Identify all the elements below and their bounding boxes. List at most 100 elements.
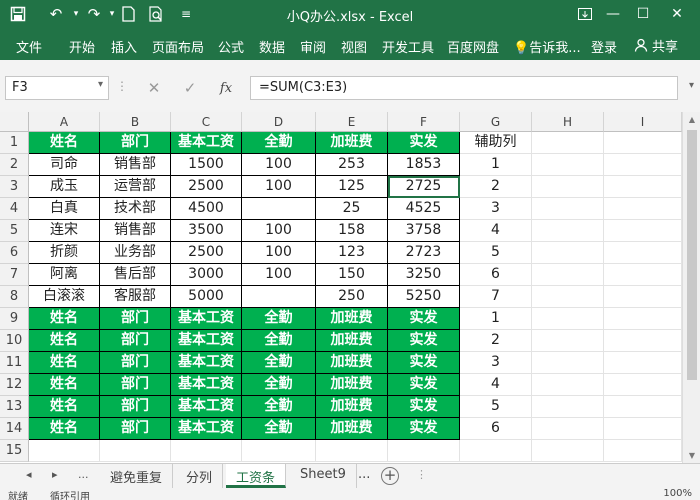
cell-b5[interactable]: 销售部 [100, 220, 171, 242]
minimize-icon[interactable]: — [596, 2, 630, 26]
cell-e3[interactable]: 125 [316, 176, 388, 198]
cell-a8[interactable]: 白滚滚 [29, 286, 100, 308]
cell-i5[interactable] [604, 220, 682, 242]
cell-e14[interactable]: 加班费 [316, 418, 388, 440]
cell-a12[interactable]: 姓名 [29, 374, 100, 396]
cell-i14[interactable] [604, 418, 682, 440]
cell-f11[interactable]: 实发 [388, 352, 460, 374]
undo-dropdown-icon[interactable]: ▾ [66, 4, 86, 24]
cell-d12[interactable]: 全勤 [242, 374, 316, 396]
cell-e4[interactable]: 25 [316, 198, 388, 220]
cell-g7[interactable]: 6 [460, 264, 532, 286]
cell-h3[interactable] [532, 176, 604, 198]
vertical-scrollbar[interactable]: ▲ ▼ [682, 112, 700, 463]
cell-i9[interactable] [604, 308, 682, 330]
tab-insert[interactable]: 插入 [111, 37, 137, 56]
row-header-6[interactable]: 6 [0, 242, 29, 264]
cell-b2[interactable]: 销售部 [100, 154, 171, 176]
cell-f13[interactable]: 实发 [388, 396, 460, 418]
cell-d6[interactable]: 100 [242, 242, 316, 264]
sheet-tab-avoid-duplicates[interactable]: 避免重复 [100, 464, 174, 488]
tab-page-layout[interactable]: 页面布局 [152, 37, 204, 56]
cell-h11[interactable] [532, 352, 604, 374]
row-header-8[interactable]: 8 [0, 286, 29, 308]
cell-h10[interactable] [532, 330, 604, 352]
tab-baidu-netdisk[interactable]: 百度网盘 [447, 37, 499, 56]
tab-developer[interactable]: 开发工具 [382, 37, 434, 56]
tab-formulas[interactable]: 公式 [218, 37, 244, 56]
cell-e8[interactable]: 250 [316, 286, 388, 308]
cell-a15[interactable] [29, 440, 100, 462]
cell-a4[interactable]: 白真 [29, 198, 100, 220]
cell-g9[interactable]: 1 [460, 308, 532, 330]
cell-i12[interactable] [604, 374, 682, 396]
save-icon[interactable] [8, 4, 28, 24]
scroll-tabs-right-icon[interactable]: ▸ [52, 468, 58, 481]
cell-g3[interactable]: 2 [460, 176, 532, 198]
cell-c3[interactable]: 2500 [171, 176, 242, 198]
column-header-f[interactable]: F [388, 112, 460, 132]
cell-h1[interactable] [532, 132, 604, 154]
cell-h4[interactable] [532, 198, 604, 220]
cell-b14[interactable]: 部门 [100, 418, 171, 440]
cell-h6[interactable] [532, 242, 604, 264]
cell-b3[interactable]: 运营部 [100, 176, 171, 198]
print-preview-icon[interactable] [146, 4, 166, 24]
cell-i2[interactable] [604, 154, 682, 176]
cell-h9[interactable] [532, 308, 604, 330]
cell-g12[interactable]: 4 [460, 374, 532, 396]
cell-f10[interactable]: 实发 [388, 330, 460, 352]
cell-f2[interactable]: 1853 [388, 154, 460, 176]
cell-c6[interactable]: 2500 [171, 242, 242, 264]
scroll-up-icon[interactable]: ▲ [683, 115, 700, 124]
cell-g1[interactable]: 辅助列 [460, 132, 532, 154]
cell-a9[interactable]: 姓名 [29, 308, 100, 330]
cell-g11[interactable]: 3 [460, 352, 532, 374]
cell-a10[interactable]: 姓名 [29, 330, 100, 352]
column-header-g[interactable]: G [460, 112, 532, 132]
cell-i15[interactable] [604, 440, 682, 462]
cell-g14[interactable]: 6 [460, 418, 532, 440]
cell-e5[interactable]: 158 [316, 220, 388, 242]
cell-e6[interactable]: 123 [316, 242, 388, 264]
cell-g8[interactable]: 7 [460, 286, 532, 308]
row-header-11[interactable]: 11 [0, 352, 29, 374]
row-header-14[interactable]: 14 [0, 418, 29, 440]
cell-b12[interactable]: 部门 [100, 374, 171, 396]
cell-e13[interactable]: 加班费 [316, 396, 388, 418]
column-header-e[interactable]: E [316, 112, 388, 132]
cell-e15[interactable] [316, 440, 388, 462]
cell-f12[interactable]: 实发 [388, 374, 460, 396]
cell-e9[interactable]: 加班费 [316, 308, 388, 330]
cell-g15[interactable] [460, 440, 532, 462]
cell-f7[interactable]: 3250 [388, 264, 460, 286]
cell-a7[interactable]: 阿离 [29, 264, 100, 286]
column-header-c[interactable]: C [171, 112, 242, 132]
maximize-icon[interactable]: ☐ [626, 2, 660, 26]
undo-icon[interactable]: ↶ [46, 4, 66, 24]
cell-i11[interactable] [604, 352, 682, 374]
cell-g5[interactable]: 4 [460, 220, 532, 242]
cell-i6[interactable] [604, 242, 682, 264]
row-header-12[interactable]: 12 [0, 374, 29, 396]
cell-g2[interactable]: 1 [460, 154, 532, 176]
add-sheet-icon[interactable]: + [381, 467, 399, 485]
cell-d5[interactable]: 100 [242, 220, 316, 242]
cell-d3[interactable]: 100 [242, 176, 316, 198]
cell-e11[interactable]: 加班费 [316, 352, 388, 374]
cell-i1[interactable] [604, 132, 682, 154]
row-header-10[interactable]: 10 [0, 330, 29, 352]
cell-e1[interactable]: 加班费 [316, 132, 388, 154]
row-header-4[interactable]: 4 [0, 198, 29, 220]
cell-e2[interactable]: 253 [316, 154, 388, 176]
cell-b9[interactable]: 部门 [100, 308, 171, 330]
redo-icon[interactable]: ↷ [84, 4, 104, 24]
sheet-tab-sheet9[interactable]: Sheet9 [290, 464, 357, 488]
cell-h8[interactable] [532, 286, 604, 308]
chevron-down-icon[interactable]: ▾ [98, 79, 103, 90]
row-header-7[interactable]: 7 [0, 264, 29, 286]
cell-g10[interactable]: 2 [460, 330, 532, 352]
cell-b10[interactable]: 部门 [100, 330, 171, 352]
cell-b11[interactable]: 部门 [100, 352, 171, 374]
more-tabs-left[interactable]: ... [78, 468, 89, 481]
